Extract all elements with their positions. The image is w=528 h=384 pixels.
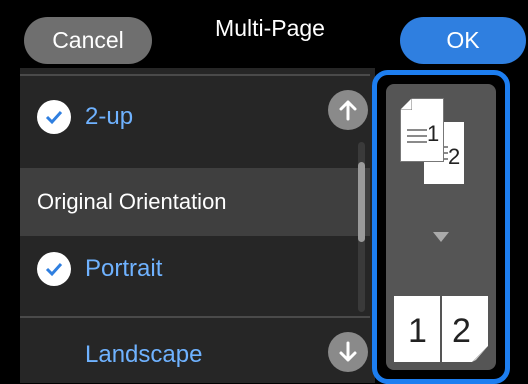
scroll-down-button[interactable] bbox=[328, 332, 368, 372]
check-circle-icon bbox=[37, 100, 71, 134]
option-label: Landscape bbox=[85, 341, 203, 368]
text-line bbox=[407, 129, 427, 131]
sheet-divider bbox=[440, 296, 442, 362]
page-number: 1 bbox=[408, 312, 427, 350]
scrollbar[interactable] bbox=[358, 142, 365, 312]
divider bbox=[20, 316, 370, 318]
ok-button[interactable]: OK bbox=[400, 17, 526, 64]
cancel-button[interactable]: Cancel bbox=[24, 17, 152, 64]
text-line bbox=[407, 135, 427, 137]
check-circle-icon bbox=[37, 252, 71, 286]
preview-page-1: 1 bbox=[400, 98, 444, 162]
option-landscape[interactable]: Landscape bbox=[20, 330, 360, 380]
options-list: 2-up Original Orientation Portrait Lands… bbox=[20, 68, 375, 383]
page-number: 2 bbox=[448, 144, 461, 169]
section-header-orientation: Original Orientation bbox=[20, 168, 370, 236]
option-portrait[interactable]: Portrait bbox=[20, 244, 360, 294]
text-line bbox=[407, 141, 427, 143]
page-curl-icon bbox=[472, 346, 488, 362]
page-corner-icon bbox=[400, 98, 412, 110]
unchecked-placeholder bbox=[37, 338, 71, 372]
arrow-down-icon bbox=[339, 341, 357, 362]
option-label: 2-up bbox=[85, 103, 134, 130]
divider bbox=[20, 74, 370, 76]
page-number: 2 bbox=[452, 312, 471, 350]
scrollbar-thumb[interactable] bbox=[358, 162, 365, 242]
header-bar: Cancel Multi-Page OK bbox=[0, 0, 528, 68]
option-2up[interactable]: 2-up bbox=[20, 92, 360, 142]
page-number: 1 bbox=[427, 121, 440, 146]
layout-preview: 2 1 1 2 bbox=[372, 70, 510, 384]
scroll-up-button[interactable] bbox=[328, 90, 368, 130]
option-label: Portrait bbox=[85, 255, 163, 282]
preview-combined-sheet: 1 2 bbox=[394, 296, 488, 362]
section-label: Original Orientation bbox=[37, 189, 227, 214]
triangle-down-icon bbox=[433, 232, 449, 242]
arrow-up-icon bbox=[339, 100, 357, 121]
page-title: Multi-Page bbox=[215, 15, 325, 41]
preview-panel: 2 1 1 2 bbox=[386, 84, 496, 370]
